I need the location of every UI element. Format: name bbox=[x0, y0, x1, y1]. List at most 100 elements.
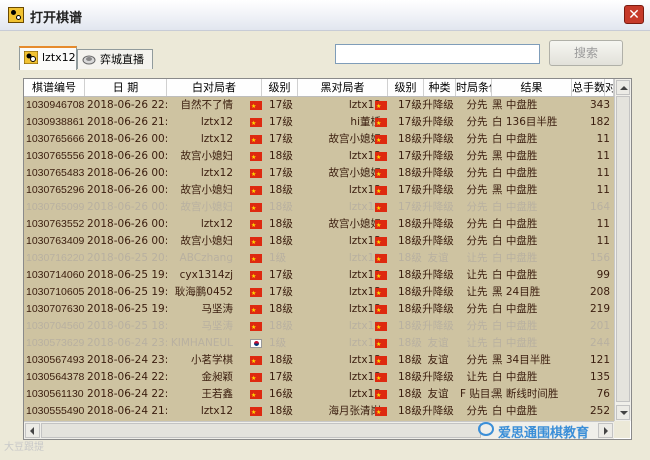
white-player: lztx12 bbox=[200, 167, 233, 179]
china-flag-icon bbox=[375, 166, 387, 183]
china-flag-icon bbox=[250, 166, 262, 183]
white-player: 小茗学棋 bbox=[191, 354, 233, 366]
game-id: 1030938861 bbox=[26, 116, 84, 128]
scroll-thumb[interactable] bbox=[616, 96, 630, 402]
game-date: 2018-06-26 00:12 bbox=[87, 218, 167, 230]
tab-lztx12[interactable]: lztx12 bbox=[19, 46, 77, 70]
game-kind: 友谊 bbox=[427, 388, 449, 400]
col-header-date[interactable]: 日 期 bbox=[85, 79, 167, 96]
move-count: 164 bbox=[589, 201, 610, 213]
move-count: 76 bbox=[596, 388, 610, 400]
time-rule: 让先 bbox=[466, 286, 488, 298]
col-header-time-rule[interactable]: 时局条件 bbox=[456, 79, 492, 96]
game-id: 1030707630 bbox=[26, 303, 84, 315]
black-player: lztx12 bbox=[348, 371, 381, 383]
col-header-black-rank[interactable]: 级别 bbox=[388, 79, 424, 96]
game-result: 黑 中盘胜 bbox=[492, 99, 538, 111]
game-kind: 升降级 bbox=[422, 235, 454, 247]
table-row[interactable]: 10307162202018-06-25 20:17ABCzhang1级lztx… bbox=[24, 250, 614, 268]
game-kind: 升降级 bbox=[422, 133, 454, 145]
table-row[interactable]: 10307140602018-06-25 19:56cyx1314zj17级lz… bbox=[24, 267, 614, 285]
game-id: 1030765666 bbox=[26, 133, 84, 145]
time-rule: 分先 bbox=[466, 218, 488, 230]
close-button[interactable]: ✕ bbox=[624, 5, 644, 24]
game-date: 2018-06-24 22:27 bbox=[87, 388, 167, 400]
china-flag-icon bbox=[375, 353, 387, 370]
table-row[interactable]: 10305736292018-06-24 23:51KIMHANEUL1级lzt… bbox=[24, 335, 614, 353]
table-row[interactable]: 10305611302018-06-24 22:27王若鑫16级lztx1218… bbox=[24, 386, 614, 404]
game-kind: 升降级 bbox=[422, 167, 454, 179]
china-flag-icon bbox=[250, 353, 262, 370]
white-player: ABCzhang bbox=[179, 252, 233, 264]
table-row[interactable]: 10305643782018-06-24 22:48金昶颖17级lztx1218… bbox=[24, 369, 614, 387]
table-row[interactable]: 10307650992018-06-26 00:25故宫小媳妇18级lztx12… bbox=[24, 199, 614, 217]
table-row[interactable]: 10307655562018-06-26 00:30故宫小媳妇18级lztx12… bbox=[24, 148, 614, 166]
table-row[interactable]: 10307045602018-06-25 18:58马坚涛18级lztx1218… bbox=[24, 318, 614, 336]
game-date: 2018-06-24 22:48 bbox=[87, 371, 167, 383]
col-header-black[interactable]: 黑对局者 bbox=[298, 79, 388, 96]
table-row[interactable]: 10309388612018-06-26 21:52lztx1217级hi董桥1… bbox=[24, 114, 614, 132]
black-player: lztx12 bbox=[348, 150, 381, 162]
china-flag-icon bbox=[250, 387, 262, 404]
china-flag-icon bbox=[250, 268, 262, 285]
china-flag-icon bbox=[250, 319, 262, 336]
table-row[interactable]: 10307106052018-06-25 19:34耿海鹏045217级lztx… bbox=[24, 284, 614, 302]
game-result: 白 中盘胜 bbox=[492, 303, 538, 315]
table-row[interactable]: 10307656662018-06-26 00:30lztx1217级故宫小媳妇… bbox=[24, 131, 614, 149]
time-rule: 分先 bbox=[466, 167, 488, 179]
game-id: 1030765556 bbox=[26, 150, 84, 162]
table-row[interactable]: 10307652962018-06-26 00:27故宫小媳妇18级lztx12… bbox=[24, 182, 614, 200]
game-date: 2018-06-25 18:58 bbox=[87, 320, 167, 332]
black-player: 故宫小媳妇 bbox=[328, 133, 382, 145]
col-header-moves[interactable]: 总手数 bbox=[572, 79, 605, 96]
move-count: 182 bbox=[589, 116, 610, 128]
col-header-extra[interactable]: 对 bbox=[605, 79, 614, 96]
time-rule: 分先 bbox=[466, 235, 488, 247]
game-result: 白 中盘胜 bbox=[492, 201, 538, 213]
col-header-result[interactable]: 结果 bbox=[492, 79, 572, 96]
search-input[interactable] bbox=[335, 44, 540, 64]
china-flag-icon bbox=[375, 387, 387, 404]
black-player: 故宫小媳妇 bbox=[328, 167, 382, 179]
table-row[interactable]: 10307654832018-06-26 00:28lztx1217级故宫小媳妇… bbox=[24, 165, 614, 183]
game-result: 黑 断线时间胜 bbox=[492, 388, 559, 400]
move-count: 208 bbox=[589, 286, 610, 298]
game-result: 白 中盘胜 bbox=[492, 252, 538, 264]
game-id: 1030555490 bbox=[26, 405, 84, 417]
game-result: 黑 34目半胜 bbox=[492, 354, 551, 366]
china-flag-icon bbox=[375, 234, 387, 251]
black-player: lztx12 bbox=[348, 337, 381, 349]
scroll-down-icon[interactable] bbox=[616, 405, 630, 420]
tab-live-broadcast[interactable]: 弈城直播 bbox=[77, 49, 153, 69]
china-flag-icon bbox=[250, 115, 262, 132]
china-flag-icon bbox=[375, 268, 387, 285]
table-row[interactable]: 10309467082018-06-26 22:29自然不了情17级lztx12… bbox=[24, 97, 614, 115]
col-header-white[interactable]: 白对局者 bbox=[167, 79, 262, 96]
table-row[interactable]: 10307076302018-06-25 19:19马坚涛18级lztx1218… bbox=[24, 301, 614, 319]
col-header-white-rank[interactable]: 级别 bbox=[262, 79, 298, 96]
scroll-right-icon[interactable] bbox=[598, 423, 613, 438]
col-header-id[interactable]: 棋谱编号 bbox=[24, 79, 85, 96]
scroll-thumb-horizontal[interactable] bbox=[41, 423, 481, 438]
scroll-up-icon[interactable] bbox=[616, 80, 630, 95]
game-kind: 友谊 bbox=[427, 337, 449, 349]
vertical-scrollbar[interactable] bbox=[614, 79, 631, 421]
table-row[interactable]: 10305674932018-06-24 23:08小茗学棋18级lztx121… bbox=[24, 352, 614, 370]
col-header-kind[interactable]: 种类 bbox=[424, 79, 456, 96]
white-player: 故宫小媳妇 bbox=[180, 150, 234, 162]
game-date: 2018-06-25 19:34 bbox=[87, 286, 167, 298]
move-count: 135 bbox=[589, 371, 610, 383]
china-flag-icon bbox=[375, 319, 387, 336]
search-button[interactable]: 搜索 bbox=[549, 40, 623, 66]
game-date: 2018-06-25 19:56 bbox=[87, 269, 167, 281]
table-row[interactable]: 10305554902018-06-24 21:57lztx1218级海月张清岗… bbox=[24, 403, 614, 421]
table-row[interactable]: 10307635522018-06-26 00:12lztx1218级故宫小媳妇… bbox=[24, 216, 614, 234]
time-rule: 分先 bbox=[466, 116, 488, 128]
move-count: 99 bbox=[596, 269, 610, 281]
move-count: 244 bbox=[589, 337, 610, 349]
black-player: 海月张清岗 bbox=[328, 405, 382, 417]
game-kind: 升降级 bbox=[422, 218, 454, 230]
table-row[interactable]: 10307634092018-06-26 00:10故宫小媳妇18级lztx12… bbox=[24, 233, 614, 251]
scroll-left-icon[interactable] bbox=[25, 423, 40, 438]
game-id: 1030763552 bbox=[26, 218, 84, 230]
